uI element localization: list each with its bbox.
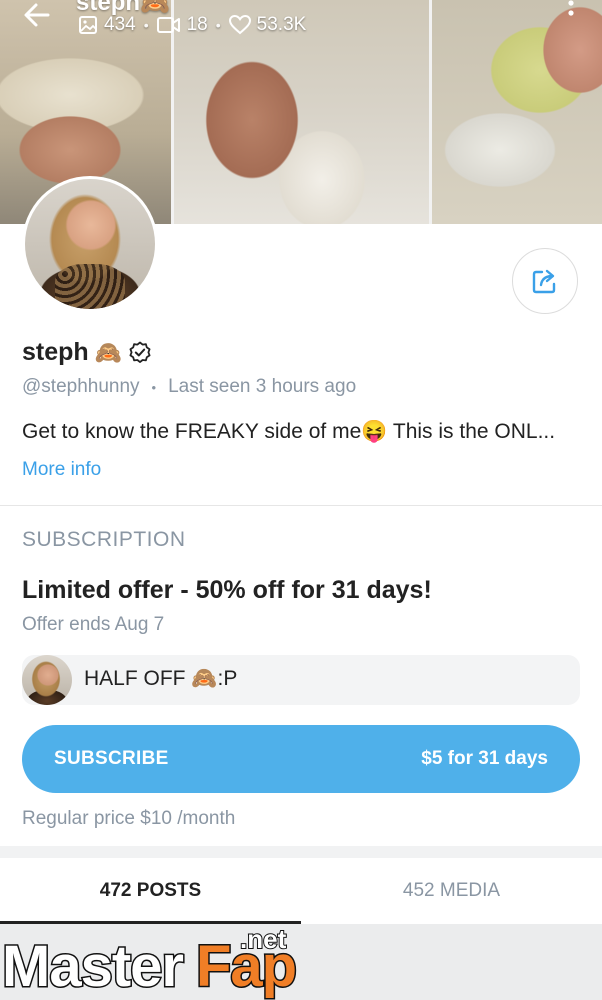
section-gap	[0, 846, 602, 858]
profile-stats: 434 • 18 • 53.3K	[78, 14, 306, 36]
more-options-icon[interactable]	[564, 0, 578, 26]
avatar-frame[interactable]	[22, 176, 158, 312]
content-tabs: 472 POSTS 452 MEDIA	[0, 858, 602, 924]
regular-price: Regular price $10 /month	[22, 808, 236, 829]
last-seen-status: Last seen 3 hours ago	[168, 376, 357, 397]
promo-message-text: HALF OFF 🙈:P	[84, 667, 238, 690]
stat-separator: •	[215, 17, 221, 33]
video-camera-icon	[156, 17, 180, 33]
name-emoji: 🙈	[94, 339, 123, 365]
handle-separator: •	[151, 379, 157, 395]
subscription-heading: SUBSCRIPTION	[22, 528, 186, 551]
like-count-value: 53.3K	[256, 14, 307, 35]
stat-separator: •	[143, 17, 149, 33]
heart-icon	[228, 15, 251, 35]
share-button[interactable]	[512, 248, 578, 314]
offer-title: Limited offer - 50% off for 31 days!	[22, 576, 432, 604]
top-bar: steph🙈 434 • 18 • 53.3K	[0, 0, 602, 48]
offer-end-date: Offer ends Aug 7	[22, 614, 165, 635]
username-handle: @stephhunny	[22, 376, 140, 397]
subscribe-label: SUBSCRIBE	[54, 748, 169, 769]
tab-media[interactable]: 452 MEDIA	[301, 858, 602, 924]
watermark-text-1: Master	[2, 934, 183, 999]
profile-bio: Get to know the FREAKY side of me😝 This …	[22, 420, 556, 443]
video-count: 18	[156, 14, 208, 36]
photo-count: 434	[78, 14, 136, 36]
display-name: steph	[22, 338, 89, 366]
subscribe-button[interactable]: SUBSCRIBE $5 for 31 days	[22, 725, 580, 793]
video-count-value: 18	[186, 14, 208, 35]
profile-name-row: steph 🙈	[22, 338, 152, 367]
photo-count-value: 434	[104, 14, 136, 35]
watermark-logo: Master Fap .net	[1, 923, 299, 1000]
like-count: 53.3K	[228, 14, 307, 36]
back-arrow-icon[interactable]	[22, 0, 52, 30]
image-icon	[79, 16, 97, 34]
handle-row: @stephhunny • Last seen 3 hours ago	[22, 376, 356, 398]
tab-posts[interactable]: 472 POSTS	[0, 858, 301, 924]
watermark-suffix: .net	[240, 924, 287, 954]
avatar[interactable]	[25, 179, 155, 309]
promo-message: HALF OFF 🙈:P	[22, 655, 580, 705]
verified-badge-icon	[129, 341, 151, 363]
share-icon	[532, 269, 556, 294]
promo-avatar	[22, 655, 72, 705]
more-info-link[interactable]: More info	[22, 459, 101, 481]
section-divider	[0, 505, 602, 506]
subscribe-price: $5 for 31 days	[421, 748, 548, 769]
